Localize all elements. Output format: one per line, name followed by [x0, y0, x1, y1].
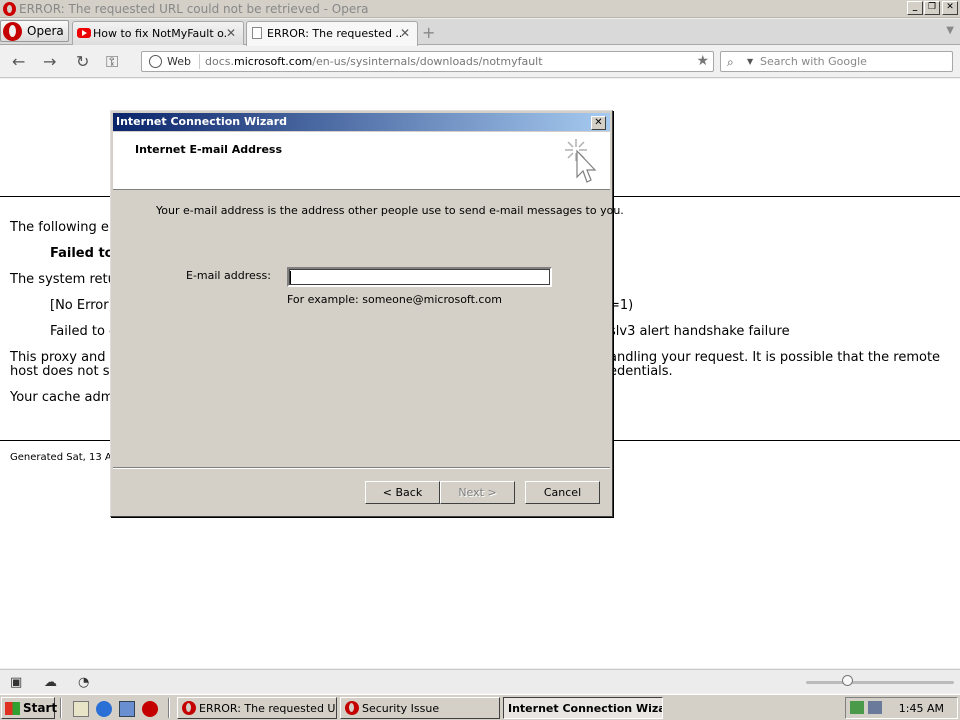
dialog-title: Internet Connection Wizard	[116, 115, 287, 128]
window-title: ERROR: The requested URL could not be re…	[19, 2, 369, 16]
error-text: The system retu	[10, 272, 116, 287]
generated-footer: Generated Sat, 13 A	[10, 452, 112, 463]
windows-logo-icon	[5, 702, 20, 715]
internet-explorer-icon[interactable]	[96, 701, 112, 717]
error-text: host does not s	[10, 364, 110, 379]
wizard-page-title: Internet E-mail Address	[135, 143, 283, 156]
email-example: For example: someone@microsoft.com	[287, 293, 502, 306]
internet-connection-wizard-dialog: Internet Connection Wizard ✕ Internet E-…	[110, 110, 624, 517]
tab-menu-icon[interactable]: ▼	[946, 25, 954, 36]
display-icon[interactable]	[868, 701, 882, 714]
taskbar-button-label: Internet Connection Wiza...	[508, 702, 663, 715]
text-cursor	[290, 271, 291, 284]
opera-icon	[182, 701, 196, 715]
web-badge[interactable]: Web	[167, 55, 191, 68]
show-desktop-icon[interactable]	[73, 701, 89, 717]
globe-icon	[149, 55, 162, 68]
dialog-close-button[interactable]: ✕	[591, 116, 606, 130]
email-field[interactable]	[287, 267, 552, 287]
back-button[interactable]: < Back	[365, 481, 440, 504]
start-button[interactable]: Start	[1, 697, 58, 719]
opera-menu-button[interactable]: Opera	[0, 20, 69, 42]
error-text: slv3 alert handshake failure	[609, 324, 790, 339]
restore-button[interactable]: ❐	[924, 1, 940, 15]
error-text: [No Error]	[50, 298, 114, 313]
forward-icon[interactable]: →	[43, 52, 56, 71]
tab-error[interactable]: ERROR: The requested ... ✕	[246, 21, 418, 46]
opera-launch-icon[interactable]	[142, 701, 158, 717]
close-tab-icon[interactable]: ✕	[400, 26, 410, 40]
error-text: This proxy and t	[10, 350, 115, 365]
speed-dial-icon[interactable]: ◔	[78, 675, 89, 690]
taskbar-button-label: Security Issue	[362, 702, 440, 715]
tab-label: ERROR: The requested ...	[267, 27, 402, 40]
youtube-icon	[77, 28, 91, 38]
outlook-express-icon[interactable]	[119, 701, 135, 717]
error-text: Your cache adm	[10, 390, 114, 405]
footer-divider	[113, 467, 610, 469]
status-bar: ▣ ☁ ◔	[0, 669, 960, 693]
tab-bar: Opera How to fix NotMyFault o... ✕ ERROR…	[0, 19, 960, 46]
cancel-button[interactable]: Cancel	[525, 481, 600, 504]
opera-logo-icon	[3, 2, 16, 16]
system-tray: 1:45 AM	[845, 697, 958, 719]
taskbar-button-connection-wizard[interactable]: Internet Connection Wiza...	[503, 697, 663, 719]
panel-toggle-icon[interactable]: ▣	[10, 675, 22, 690]
back-icon[interactable]: ←	[12, 52, 25, 71]
opera-icon	[345, 701, 359, 715]
search-box[interactable]: ⌕ ▼ Search with Google	[720, 51, 953, 72]
taskbar-button-opera-error[interactable]: ERROR: The requested U...	[177, 697, 337, 719]
minimize-button[interactable]: _	[907, 1, 923, 15]
zoom-slider[interactable]	[806, 681, 954, 684]
address-bar[interactable]: Web docs.microsoft.com/en-us/sysinternal…	[141, 51, 714, 72]
error-text: andling your request. It is possible tha…	[609, 350, 941, 365]
wizard-cursor-icon	[565, 139, 597, 183]
wizard-header: Internet E-mail Address	[113, 132, 610, 190]
key-icon[interactable]: ⚿	[106, 52, 118, 72]
wizard-description: Your e-mail address is the address other…	[156, 204, 624, 217]
search-placeholder: Search with Google	[760, 55, 867, 68]
chevron-down-icon[interactable]: ▼	[747, 57, 753, 66]
search-icon: ⌕	[727, 55, 734, 69]
url-text[interactable]: docs.microsoft.com/en-us/sysinternals/do…	[205, 55, 543, 68]
error-text: The following er	[10, 220, 115, 235]
clock[interactable]: 1:45 AM	[899, 702, 944, 715]
bookmark-star-icon[interactable]: ★	[696, 53, 709, 69]
cloud-icon[interactable]: ☁	[44, 675, 57, 690]
opera-logo-icon	[3, 22, 22, 41]
taskbar-button-label: ERROR: The requested U...	[199, 702, 337, 715]
page-icon	[252, 27, 262, 39]
navigation-bar: ← → ↻ ⚿ Web docs.microsoft.com/en-us/sys…	[0, 46, 960, 78]
opera-menu-label: Opera	[27, 24, 64, 38]
tab-youtube[interactable]: How to fix NotMyFault o... ✕	[72, 21, 244, 45]
close-window-button[interactable]: ✕	[942, 1, 958, 15]
taskbar-button-security-issue[interactable]: Security Issue	[340, 697, 500, 719]
start-label: Start	[23, 701, 58, 715]
error-text: edentials.	[609, 364, 673, 379]
email-label: E-mail address:	[186, 269, 271, 282]
tab-label: How to fix NotMyFault o...	[93, 27, 228, 40]
taskbar: Start ERROR: The requested U... Security…	[0, 694, 960, 720]
zoom-slider-handle[interactable]	[842, 675, 853, 686]
next-button[interactable]: Next >	[440, 481, 515, 504]
dialog-title-bar[interactable]: Internet Connection Wizard ✕	[113, 113, 610, 131]
network-icon[interactable]	[850, 701, 864, 714]
error-heading: Failed to	[50, 246, 114, 261]
error-text: Failed to c	[50, 324, 117, 339]
close-tab-icon[interactable]: ✕	[226, 26, 236, 40]
new-tab-icon[interactable]: +	[422, 23, 435, 42]
window-title-bar: ERROR: The requested URL could not be re…	[0, 0, 960, 18]
reload-icon[interactable]: ↻	[76, 52, 89, 71]
